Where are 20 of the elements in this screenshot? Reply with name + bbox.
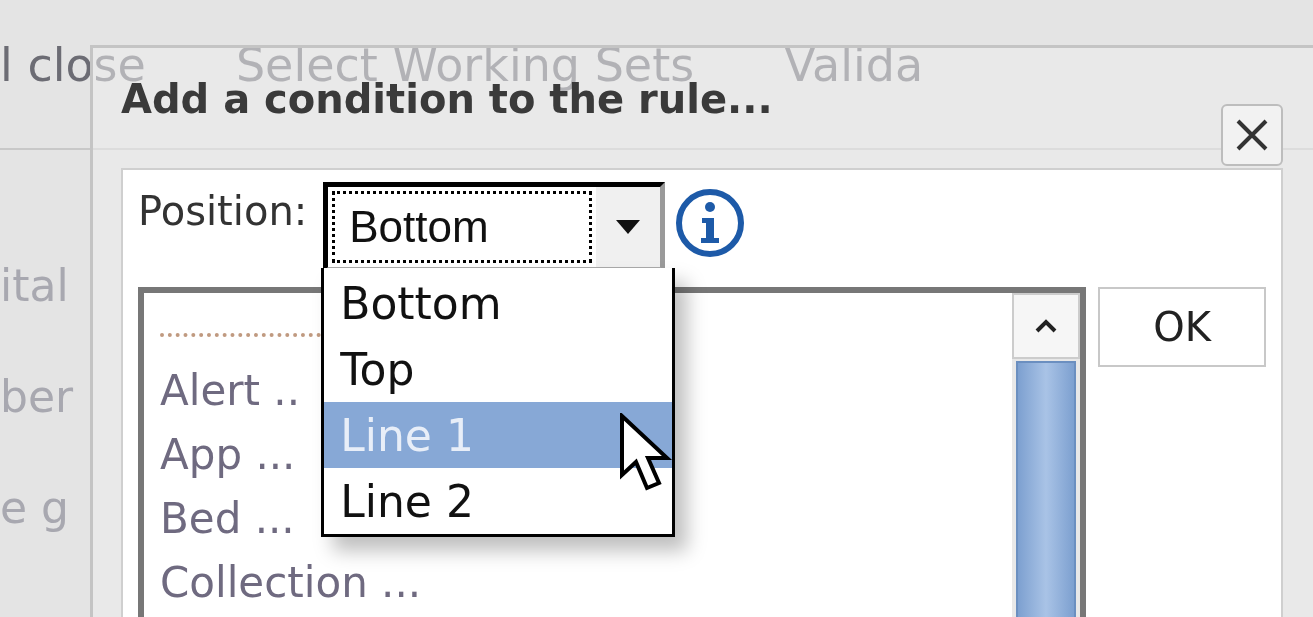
list-item[interactable]: Collection ...: [160, 551, 422, 615]
sidebar-label: g: [41, 482, 69, 533]
position-label: Position:: [138, 188, 308, 234]
ok-button[interactable]: OK: [1098, 287, 1266, 367]
caret-icon: [616, 220, 641, 234]
close-button[interactable]: [1221, 104, 1283, 166]
dropdown-option[interactable]: Bottom: [324, 270, 673, 336]
sidebar-label: ber: [0, 371, 75, 422]
sidebar-label: e: [0, 482, 28, 533]
scroll-up-button[interactable]: [1012, 293, 1081, 359]
scroll-thumb[interactable]: [1016, 361, 1077, 617]
list-item[interactable]: Alert ..: [160, 359, 301, 423]
close-icon: [1235, 118, 1269, 152]
sidebar-label: ital: [0, 260, 70, 311]
info-icon[interactable]: [675, 188, 746, 258]
list-item[interactable]: App ...: [160, 423, 296, 487]
list-item[interactable]: Bed ...: [160, 487, 295, 551]
caret-icon: [1035, 319, 1058, 333]
dropdown-option[interactable]: Line 2: [324, 468, 673, 534]
dropdown-option[interactable]: Top: [324, 336, 673, 402]
